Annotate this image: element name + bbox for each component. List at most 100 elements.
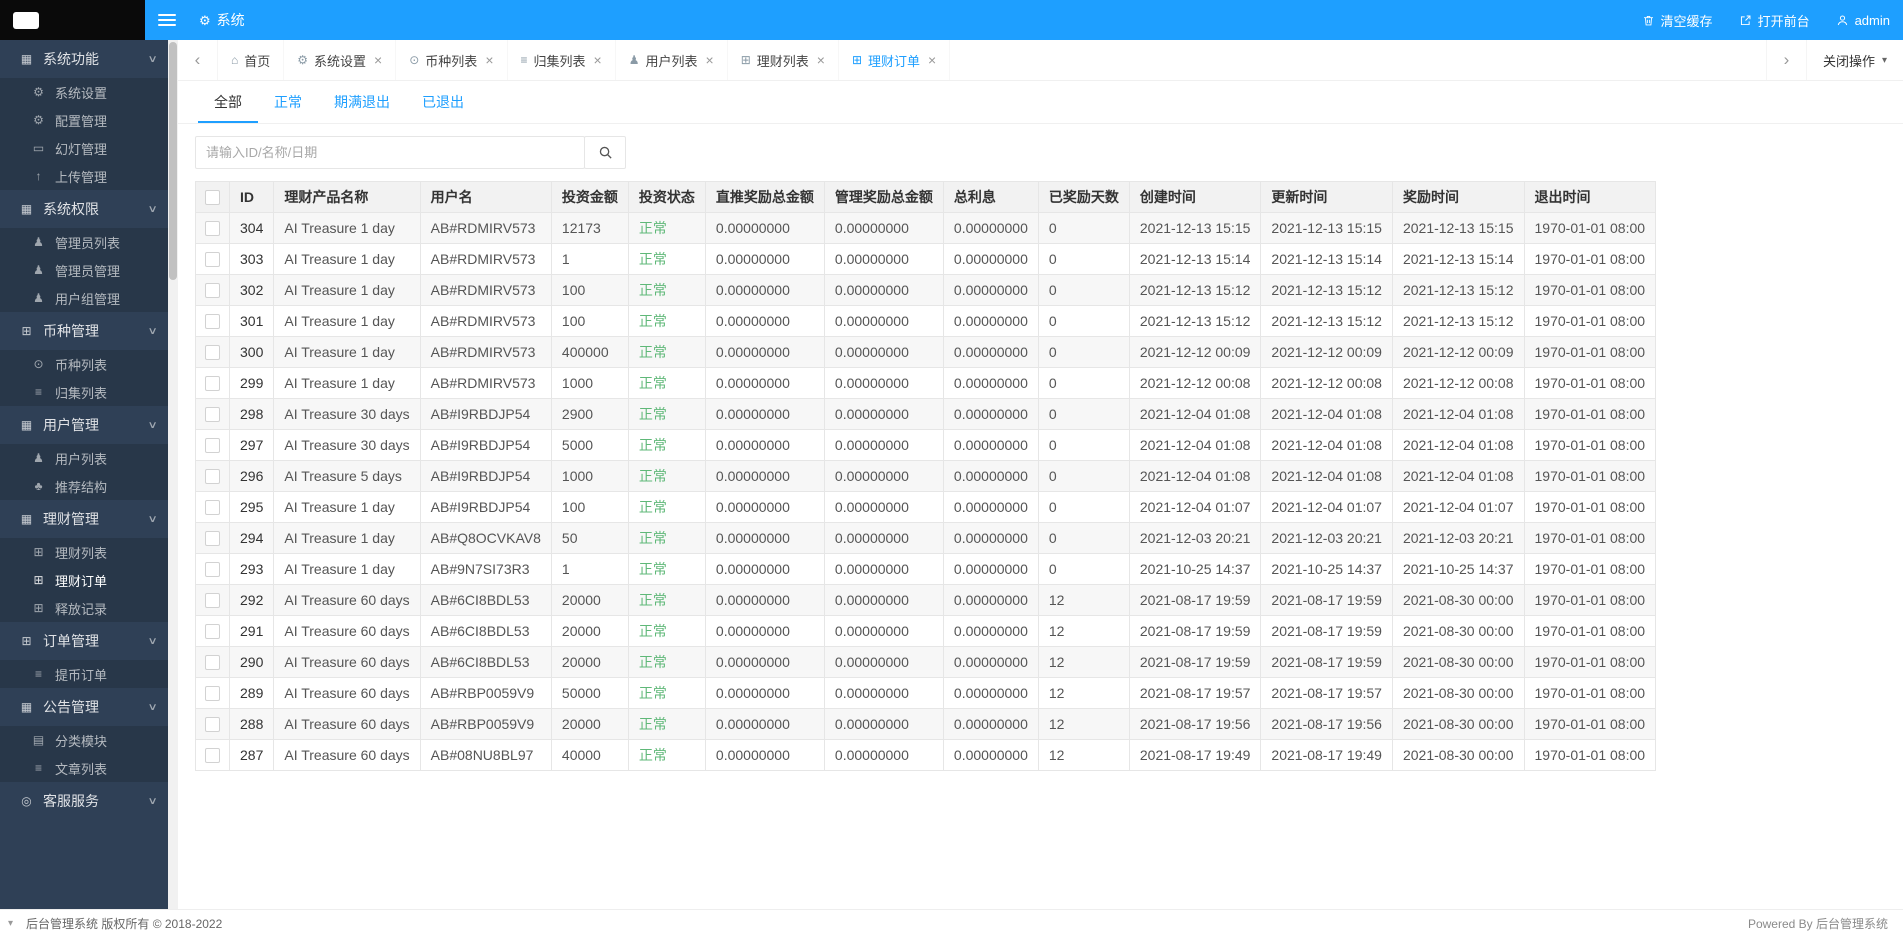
row-checkbox[interactable] [205,376,220,392]
row-checkbox[interactable] [205,562,220,578]
cell-updated_at: 2021-12-12 00:08 [1260,367,1393,399]
users-icon: ♟ [33,291,44,305]
cell-reward_days: 12 [1037,615,1130,647]
filter-tab[interactable]: 期满退出 [318,81,406,123]
sidebar-section[interactable]: ◎ 客服服务 ∨ [0,782,168,820]
sidebar-item[interactable]: ⚙ 配置管理 [0,106,168,134]
clear-cache-button[interactable]: 清空缓存 [1629,0,1726,40]
sidebar-section[interactable]: ▦ 系统权限 ∨ [0,190,168,228]
sidebar-item[interactable]: ♟ 管理员列表 [0,228,168,256]
cell-reward_days: 0 [1037,491,1130,523]
sidebar-item[interactable]: ⊞ 理财订单 [0,566,168,594]
row-checkbox[interactable] [205,345,220,361]
sidebar-item[interactable]: ↑ 上传管理 [0,162,168,190]
sidebar-section[interactable]: ▦ 系统功能 ∨ [0,40,168,78]
sidebar-section[interactable]: ⊞ 币种管理 ∨ [0,312,168,350]
row-checkbox[interactable] [205,500,220,516]
sidebar-item[interactable]: ⊞ 理财列表 [0,538,168,566]
row-checkbox[interactable] [205,686,220,702]
sidebar-item[interactable]: ▤ 分类模块 [0,726,168,754]
sidebar-item[interactable]: ≡ 文章列表 [0,754,168,782]
open-tab[interactable]: ⊞ 理财列表 × [728,40,839,80]
headset-icon: ◎ [21,794,32,808]
cell-amount: 50 [550,522,629,554]
footer-caret-icon[interactable]: ▾ [8,918,13,929]
row-checkbox[interactable] [205,469,220,485]
row-checkbox[interactable] [205,438,220,454]
user-menu-button[interactable]: admin [1823,0,1903,40]
sidebar-item[interactable]: ≡ 归集列表 [0,378,168,406]
close-operations-dropdown[interactable]: 关闭操作 ▾ [1805,40,1903,80]
app-logo[interactable] [0,0,145,40]
row-checkbox[interactable] [205,407,220,423]
row-checkbox[interactable] [205,252,220,268]
chevron-down-icon: ∨ [147,635,158,647]
select-all-checkbox[interactable] [205,190,220,206]
grid-icon: ⊞ [740,53,751,67]
open-tab[interactable]: ≡ 归集列表 × [508,40,616,80]
sidebar-item[interactable]: ♟ 管理员管理 [0,256,168,284]
row-checkbox[interactable] [205,221,220,237]
filter-tab[interactable]: 正常 [258,81,318,123]
sidebar-toggle-button[interactable] [145,0,189,40]
cell-exit_at: 1970-01-01 08:00 [1523,367,1657,399]
open-tab[interactable]: ⊙ 币种列表 × [396,40,508,80]
sidebar-section[interactable]: ▦ 用户管理 ∨ [0,406,168,444]
sidebar-section[interactable]: ⊞ 订单管理 ∨ [0,622,168,660]
cell-updated_at: 2021-12-04 01:07 [1260,491,1393,523]
close-tab-icon[interactable]: × [374,52,382,68]
sidebar-item[interactable]: ⊙ 币种列表 [0,350,168,378]
open-tab[interactable]: ♟ 用户列表 × [616,40,728,80]
row-checkbox[interactable] [205,748,220,764]
folder-icon: ▦ [20,418,33,432]
sidebar-item[interactable]: ≡ 提币订单 [0,660,168,688]
row-checkbox[interactable] [205,314,220,330]
sidebar-item[interactable]: ♣ 推荐结构 [0,472,168,500]
row-checkbox[interactable] [205,283,220,299]
filter-tab[interactable]: 已退出 [406,81,480,123]
row-checkbox[interactable] [205,655,220,671]
sidebar-item[interactable]: ⊞ 释放记录 [0,594,168,622]
system-menu[interactable]: ⚙ 系统 [189,0,255,40]
cell-exit_at: 1970-01-01 08:00 [1523,429,1657,461]
close-tab-icon[interactable]: × [485,52,493,68]
close-tab-icon[interactable]: × [706,52,714,68]
open-front-button[interactable]: 打开前台 [1726,0,1823,40]
tabs-scroll-right-button[interactable]: › [1765,40,1806,80]
cell-reward_at: 2021-12-04 01:08 [1391,429,1525,461]
open-tab[interactable]: ⚙ 系统设置 × [284,40,397,80]
sidebar-section[interactable]: ▦ 公告管理 ∨ [0,688,168,726]
orders-table-body: 304 AI Treasure 1 day AB#RDMIRV573 12173 正常 0… [195,212,1657,771]
column-header-manage_reward: 管理奖励总金额 [823,181,944,213]
search-button[interactable] [584,136,626,169]
sidebar-item[interactable]: ♟ 用户组管理 [0,284,168,312]
search-input[interactable] [195,136,585,169]
cell-updated_at: 2021-08-17 19:59 [1260,615,1393,647]
sidebar-item[interactable]: ▭ 幻灯管理 [0,134,168,162]
row-checkbox[interactable] [205,593,220,609]
sidebar-item-label: 上传管理 [55,169,108,185]
sidebar-section-label: 系统权限 [43,201,99,217]
open-tab[interactable]: ⌂ 首页 [218,40,285,80]
column-header-updated_at: 更新时间 [1260,181,1393,213]
close-tab-icon[interactable]: × [594,52,602,68]
chevron-down-icon: ∨ [147,325,158,337]
filter-tab[interactable]: 全部 [198,81,258,123]
open-tab[interactable]: ⊞ 理财订单 × [839,40,951,80]
close-tab-icon[interactable]: × [928,52,936,68]
cell-id: 296 [228,460,275,492]
sidebar-item[interactable]: ♟ 用户列表 [0,444,168,472]
row-checkbox-cell [195,739,230,771]
cell-manage_reward: 0.00000000 [823,522,944,554]
sidebar-item-label: 理财订单 [55,573,108,589]
tabs-scroll-left-button[interactable]: ‹ [178,40,218,80]
sidebar-scrollbar[interactable] [168,40,178,909]
sidebar-scrollbar-thumb[interactable] [169,42,177,280]
sidebar-item[interactable]: ⚙ 系统设置 [0,78,168,106]
close-tab-icon[interactable]: × [817,52,825,68]
open-tab-label: 归集列表 [533,53,586,69]
row-checkbox[interactable] [205,531,220,547]
sidebar-section[interactable]: ▦ 理财管理 ∨ [0,500,168,538]
row-checkbox[interactable] [205,717,220,733]
row-checkbox[interactable] [205,624,220,640]
